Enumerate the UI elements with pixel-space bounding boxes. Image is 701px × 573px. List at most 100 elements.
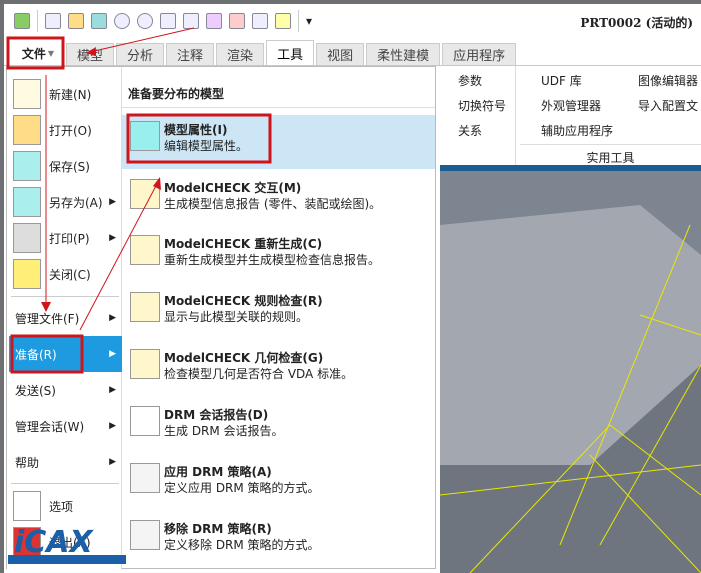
ribbon-panel: 参数 切换符号 关系 UDF 库 外观管理器 辅助应用程序 图像编辑器 导入配置…	[440, 66, 701, 166]
tab-applications[interactable]: 应用程序	[442, 43, 517, 65]
submenu-arrow-icon: ▶	[109, 385, 116, 395]
open-icon[interactable]	[68, 13, 84, 29]
modelcheck-regenerate-item[interactable]: ModelCHECK 重新生成(C) 重新生成模型并生成模型检查信息报告。	[122, 229, 435, 283]
submenu-arrow-icon: ▶	[109, 313, 116, 323]
menu-label: 管理文件(F)	[15, 311, 80, 326]
submenu-arrow-icon: ▶	[109, 457, 116, 467]
icon-d[interactable]	[275, 13, 291, 29]
item-desc: 编辑模型属性。	[164, 139, 249, 153]
key-remove-icon	[130, 520, 160, 550]
menu-label: 管理会话(W)	[15, 419, 85, 434]
item-desc: 检查模型几何是否符合 VDA 标准。	[164, 367, 354, 381]
file-menu-button[interactable]: 文件 ▼	[12, 41, 64, 65]
window-icon[interactable]	[160, 13, 176, 29]
save-icon[interactable]	[91, 13, 107, 29]
menu-item-help[interactable]: 帮助 ▶	[9, 444, 122, 480]
menu-item-exit[interactable]: 退出(X)	[9, 524, 122, 560]
divider	[515, 66, 516, 166]
app-icon[interactable]	[14, 13, 30, 29]
menu-label: 关闭(C)	[49, 267, 91, 282]
image-editor-button[interactable]: 图像编辑器	[638, 72, 698, 89]
relations-button[interactable]: 关系	[458, 122, 482, 139]
item-title: ModelCHECK 重新生成(C)	[164, 237, 323, 251]
modelcheck-rules-icon	[130, 292, 160, 322]
menu-item-prepare[interactable]: 准备(R) ▶	[9, 336, 122, 372]
menu-label: 保存(S)	[49, 159, 90, 174]
item-desc: 定义移除 DRM 策略的方式。	[164, 538, 320, 552]
remove-drm-policy-item[interactable]: 移除 DRM 策略(R) 定义移除 DRM 策略的方式。	[122, 514, 435, 568]
icon-b[interactable]	[229, 13, 245, 29]
parameters-button[interactable]: 参数	[458, 72, 482, 89]
redo-icon[interactable]	[137, 13, 153, 29]
tab-annotate[interactable]: 注释	[166, 43, 215, 65]
menu-item-save-as[interactable]: 另存为(A) ▶	[9, 184, 122, 220]
modelcheck-geometry-check-item[interactable]: ModelCHECK 几何检查(G) 检查模型几何是否符合 VDA 标准。	[122, 343, 435, 397]
menu-item-new[interactable]: 新建(N)	[9, 76, 122, 112]
menu-label: 准备(R)	[15, 347, 57, 362]
divider	[122, 107, 435, 108]
exit-icon	[13, 527, 41, 557]
menu-label: 退出(X)	[49, 535, 91, 550]
model-properties-item[interactable]: 模型属性(I) 编辑模型属性。	[122, 115, 435, 169]
auxiliary-applications-button[interactable]: 辅助应用程序	[541, 122, 613, 139]
udf-library-button[interactable]: UDF 库	[541, 72, 582, 89]
appearance-manager-button[interactable]: 外观管理器	[541, 97, 601, 114]
submenu-arrow-icon: ▶	[109, 197, 116, 207]
menu-item-close[interactable]: 关闭(C)	[9, 256, 122, 292]
chevron-down-icon: ▼	[47, 48, 55, 58]
model-properties-icon	[130, 121, 160, 151]
switch-symbols-button[interactable]: 切换符号	[458, 97, 506, 114]
drm-session-report-item[interactable]: DRM 会话报告(D) 生成 DRM 会话报告。	[122, 400, 435, 454]
modelcheck-regenerate-icon	[130, 235, 160, 265]
save-icon	[13, 151, 41, 181]
menu-item-options[interactable]: 选项	[9, 488, 122, 524]
modelcheck-rule-check-item[interactable]: ModelCHECK 规则检查(R) 显示与此模型关联的规则。	[122, 286, 435, 340]
menu-label: 打开(O)	[49, 123, 92, 138]
file-label: 文件	[21, 46, 46, 61]
modelcheck-interactive-item[interactable]: ModelCHECK 交互(M) 生成模型信息报告 (零件、装配或绘图)。	[122, 173, 435, 229]
item-title: 模型属性(I)	[164, 123, 228, 137]
menu-label: 新建(N)	[49, 87, 92, 102]
file-menu: 新建(N) 打开(O) 保存(S) 另存为(A) ▶ 打印(P) ▶ 关闭(C) 管…	[6, 66, 436, 570]
import-config-button[interactable]: 导入配置文	[638, 97, 698, 114]
tab-analysis[interactable]: 分析	[116, 43, 165, 65]
new-icon[interactable]	[45, 13, 61, 29]
folder-open-icon	[13, 115, 41, 145]
menu-label: 选项	[49, 499, 74, 514]
menu-item-open[interactable]: 打开(O)	[9, 112, 122, 148]
tab-flexible-modeling[interactable]: 柔性建模	[366, 43, 441, 65]
submenu-arrow-icon: ▶	[109, 421, 116, 431]
icon-c[interactable]	[252, 13, 268, 29]
regenerate-icon[interactable]	[183, 13, 199, 29]
divider	[11, 296, 119, 297]
new-file-icon	[13, 79, 41, 109]
menu-label: 打印(P)	[49, 231, 90, 246]
menu-item-manage-session[interactable]: 管理会话(W) ▶	[9, 408, 122, 444]
divider	[298, 10, 299, 32]
drm-report-icon	[130, 406, 160, 436]
undo-icon[interactable]	[114, 13, 130, 29]
customize-icon[interactable]: ▾	[306, 14, 312, 28]
item-desc: 显示与此模型关联的规则。	[164, 310, 309, 324]
item-title: 应用 DRM 策略(A)	[164, 465, 272, 479]
menu-item-send[interactable]: 发送(S) ▶	[9, 372, 122, 408]
tab-tools[interactable]: 工具	[266, 40, 315, 65]
graphics-viewport[interactable]	[440, 165, 701, 573]
quick-access-toolbar: ▾ PRT0002 (活动的)	[4, 4, 701, 38]
apply-drm-policy-item[interactable]: 应用 DRM 策略(A) 定义应用 DRM 策略的方式。	[122, 457, 435, 511]
menu-label: 另存为(A)	[49, 195, 103, 210]
menu-item-manage-file[interactable]: 管理文件(F) ▶	[9, 300, 122, 336]
menu-label: 发送(S)	[15, 383, 56, 398]
submenu-header: 准备要分布的模型	[128, 87, 225, 101]
menu-item-save[interactable]: 保存(S)	[9, 148, 122, 184]
tab-model[interactable]: 模型	[66, 43, 115, 65]
close-folder-icon	[13, 259, 41, 289]
menu-item-print[interactable]: 打印(P) ▶	[9, 220, 122, 256]
divider	[37, 10, 38, 32]
item-desc: 生成模型信息报告 (零件、装配或绘图)。	[164, 197, 382, 211]
ribbon-tabs: 文件 ▼ 模型 分析 注释 渲染 工具 视图 柔性建模 应用程序	[4, 40, 701, 66]
tab-view[interactable]: 视图	[316, 43, 365, 65]
icon-a[interactable]	[206, 13, 222, 29]
tab-render[interactable]: 渲染	[216, 43, 265, 65]
item-desc: 定义应用 DRM 策略的方式。	[164, 481, 320, 495]
